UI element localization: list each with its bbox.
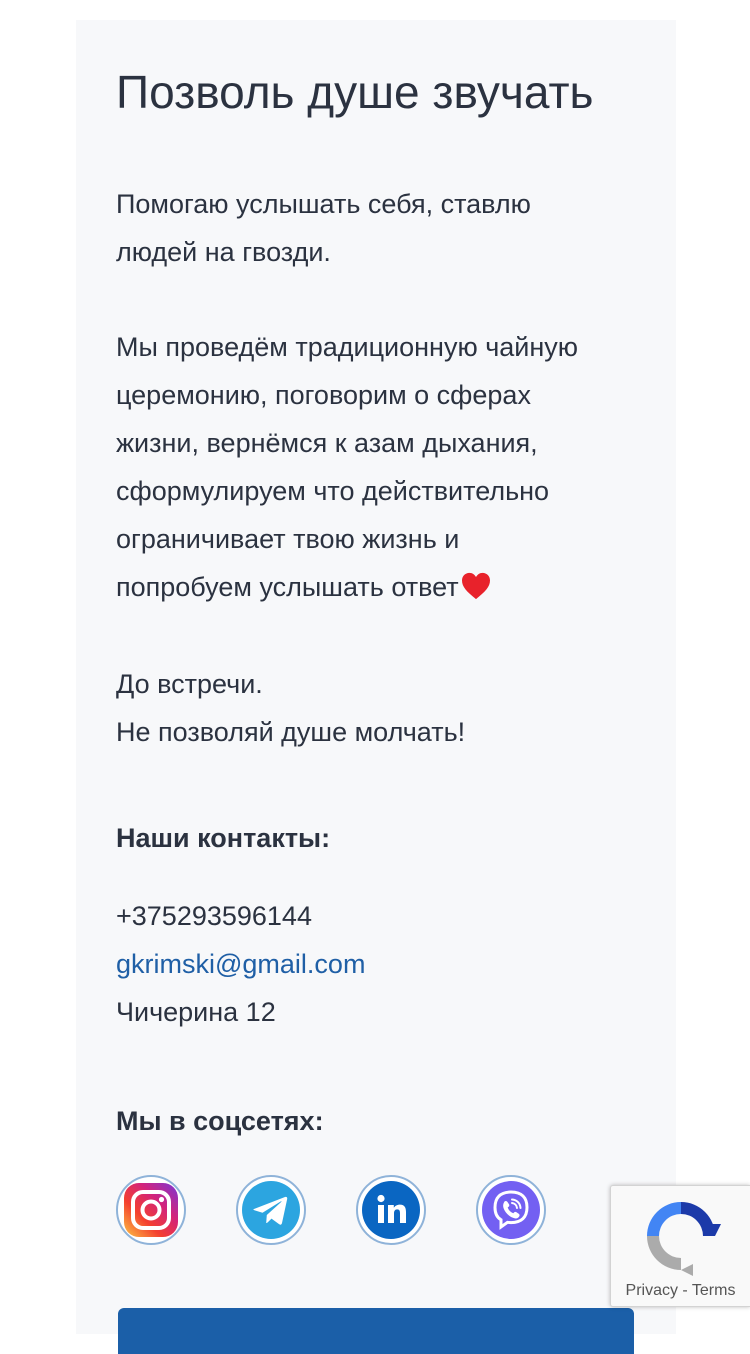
- telegram-link[interactable]: [236, 1175, 306, 1245]
- email-link[interactable]: gkrimski@gmail.com: [116, 940, 365, 988]
- privacy-link[interactable]: Privacy: [626, 1282, 678, 1299]
- linkedin-icon: [362, 1181, 420, 1239]
- phone-number: +375293596144: [116, 901, 312, 931]
- ceremony-line: ограничивает твою жизнь и: [116, 524, 460, 554]
- intro-line: людей на гвозди.: [116, 237, 331, 267]
- recaptcha-links: Privacy - Terms: [611, 1282, 750, 1300]
- farewell-paragraph: До встречи. Не позволяй душе молчать!: [116, 660, 656, 756]
- socials-heading: Мы в соцсетях:: [116, 1106, 324, 1136]
- telegram-icon: [242, 1181, 300, 1239]
- ceremony-line: жизни, вернёмся к азам дыхания,: [116, 428, 538, 458]
- ceremony-line: попробуем услышать ответ: [116, 572, 459, 602]
- terms-link[interactable]: Terms: [692, 1282, 736, 1299]
- contacts-heading: Наши контакты:: [116, 823, 331, 853]
- ceremony-line-last: попробуем услышать ответ: [116, 563, 656, 611]
- recaptcha-icon: [647, 1202, 721, 1276]
- viber-icon: [482, 1181, 540, 1239]
- ceremony-paragraph: Мы проведём традиционную чайную церемони…: [116, 323, 656, 611]
- content-card: Позволь душе звучать Помогаю услышать се…: [76, 20, 676, 1354]
- page-title: Позволь душе звучать: [116, 66, 594, 118]
- address-text: Чичерина 12: [116, 997, 276, 1027]
- ceremony-line: сформулируем что действительно: [116, 476, 550, 506]
- farewell-line: Не позволяй душе молчать!: [116, 717, 466, 747]
- ceremony-line: Мы проведём традиционную чайную: [116, 332, 579, 362]
- recaptcha-badge[interactable]: Privacy - Terms: [610, 1185, 750, 1307]
- links-separator: -: [677, 1282, 692, 1299]
- heart-icon: [461, 572, 490, 600]
- instagram-icon: [124, 1183, 178, 1237]
- social-links: [116, 1175, 636, 1249]
- farewell-line: До встречи.: [116, 669, 263, 699]
- ceremony-line: церемонию, поговорим о сферах: [116, 380, 531, 410]
- viber-link[interactable]: [476, 1175, 546, 1245]
- intro-line: Помогаю услышать себя, ставлю: [116, 189, 531, 219]
- instagram-link[interactable]: [116, 1175, 186, 1245]
- intro-paragraph: Помогаю услышать себя, ставлю людей на г…: [116, 180, 656, 276]
- linkedin-link[interactable]: [356, 1175, 426, 1245]
- cta-button[interactable]: [118, 1308, 634, 1354]
